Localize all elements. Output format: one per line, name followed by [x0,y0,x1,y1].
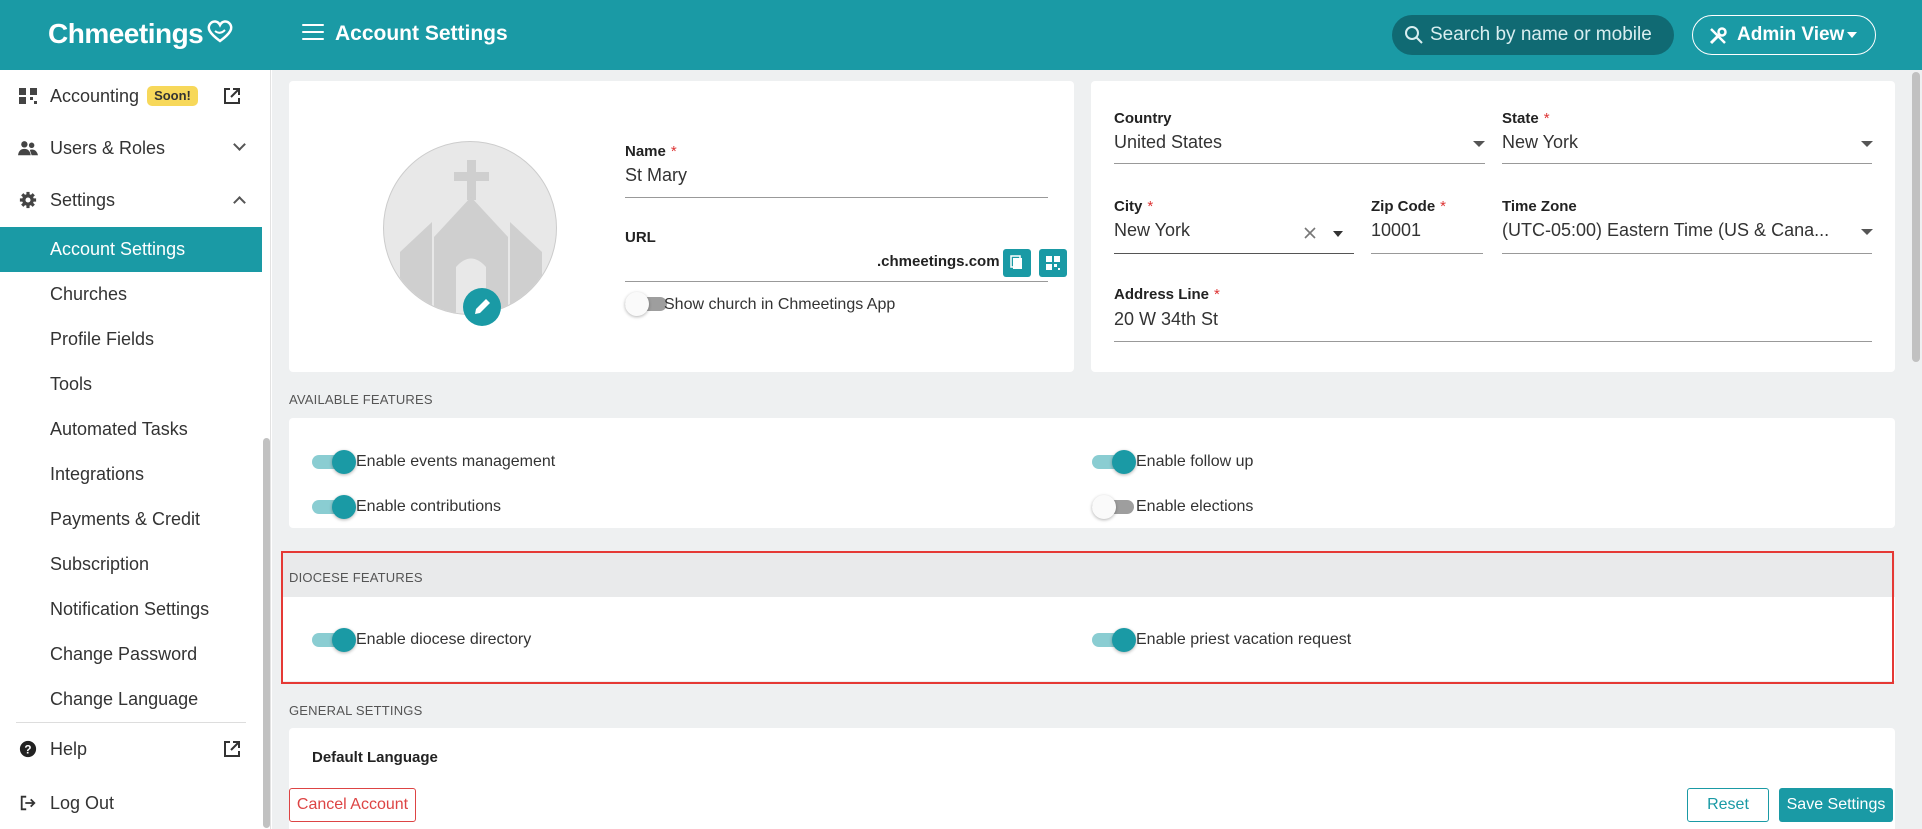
state-select[interactable]: New York [1502,132,1578,153]
country-select[interactable]: United States [1114,132,1222,153]
url-label: URL [625,229,656,246]
sidebar-item-accounting[interactable]: Accounting Soon! [0,74,262,118]
sidebar-item-notification-settings[interactable]: Notification Settings [0,587,262,632]
available-features-card: Enable events management Enable follow u… [289,418,1895,528]
sidebar-item-churches[interactable]: Churches [0,272,262,317]
timezone-select[interactable]: (UTC-05:00) Eastern Time (US & Cana... [1502,220,1829,241]
users-icon [18,141,38,156]
copy-url-button[interactable] [1003,249,1031,277]
main-scrollbar[interactable] [1912,72,1920,362]
state-label: State * [1502,110,1550,127]
cancel-account-button[interactable]: Cancel Account [289,788,416,822]
address-line-field[interactable]: 20 W 34th St [1114,309,1218,330]
sidebar-divider [16,722,246,723]
general-settings-title: GENERAL SETTINGS [289,703,423,718]
tools-icon [1709,27,1727,45]
sidebar-item-integrations[interactable]: Integrations [0,452,262,497]
chevron-down-icon [233,138,246,151]
top-bar: Chmeetings Account Settings Search by na… [0,0,1922,70]
qr-code-icon [1046,256,1060,270]
name-field[interactable]: St Mary [625,165,687,186]
main-content: Name * St Mary URL .chmeetings.com Show c… [272,70,1922,829]
chevron-down-icon [1861,141,1873,147]
sidebar-item-settings[interactable]: Settings [0,178,262,222]
qr-code-button[interactable] [1039,249,1067,277]
country-underline [1114,163,1485,164]
menu-toggle-icon[interactable] [302,24,324,42]
city-label: City * [1114,198,1154,215]
pencil-icon [475,299,490,314]
address-card: Country United States State * New York Ci… [1091,81,1895,372]
zip-label: Zip Code * [1371,198,1447,215]
sidebar-item-tools[interactable]: Tools [0,362,262,407]
search-icon [1405,26,1423,44]
elections-toggle[interactable] [1092,495,1134,519]
sidebar-item-change-password[interactable]: Change Password [0,632,262,677]
sidebar-item-subscription[interactable]: Subscription [0,542,262,587]
admin-view-dropdown[interactable]: Admin View [1692,15,1876,55]
chevron-down-icon [1333,231,1343,237]
app-logo[interactable]: Chmeetings [48,18,235,50]
logout-icon [20,795,36,811]
sidebar-item-change-language[interactable]: Change Language [0,677,262,722]
chevron-down-icon [1847,32,1857,38]
sidebar-item-profile-fields[interactable]: Profile Fields [0,317,262,362]
name-label: Name * [625,143,677,160]
follow-up-toggle[interactable] [1092,450,1136,474]
show-in-app-label: Show church in Chmeetings App [664,296,896,313]
external-link-icon [224,741,240,757]
events-management-label: Enable events management [356,453,556,470]
country-label: Country [1114,110,1172,127]
city-underline [1114,253,1354,254]
events-management-toggle[interactable] [312,450,356,474]
search-input[interactable]: Search by name or mobile [1392,15,1674,55]
zip-underline [1371,253,1483,254]
church-info-card: Name * St Mary URL .chmeetings.com Show c… [289,81,1074,372]
sidebar-scrollbar[interactable] [263,438,270,828]
chevron-down-icon [1473,141,1485,147]
sidebar: Accounting Soon! Users & Roles Settings A… [0,70,271,829]
sidebar-item-account-settings[interactable]: Account Settings [0,227,262,272]
address-line-underline [1114,341,1872,342]
soon-badge: Soon! [147,86,198,106]
chevron-down-icon [1861,229,1873,235]
contributions-toggle[interactable] [312,495,356,519]
sidebar-item-logout[interactable]: Log Out [0,781,262,825]
help-icon: ? [19,740,37,758]
page-title: Account Settings [335,22,508,45]
qr-grid-icon [19,88,37,104]
state-underline [1502,163,1872,164]
chevron-up-icon [233,196,246,209]
save-settings-button[interactable]: Save Settings [1779,788,1893,822]
sidebar-item-automated-tasks[interactable]: Automated Tasks [0,407,262,452]
gear-icon [19,191,37,209]
sidebar-item-payments-credit[interactable]: Payments & Credit [0,497,262,542]
url-suffix: .chmeetings.com [877,253,1000,270]
logo-heart-icon [207,20,233,43]
reset-button[interactable]: Reset [1687,788,1769,822]
elections-label: Enable elections [1136,498,1254,515]
timezone-label: Time Zone [1502,198,1577,215]
sidebar-item-users-roles[interactable]: Users & Roles [0,126,262,170]
default-language-label: Default Language [312,749,438,766]
general-settings-card: Default Language [289,728,1895,829]
clear-icon[interactable] [1304,227,1316,239]
copy-icon [1010,255,1022,269]
available-features-title: AVAILABLE FEATURES [289,392,433,407]
follow-up-label: Enable follow up [1136,453,1254,470]
diocese-features-highlight [281,551,1894,684]
show-in-app-toggle[interactable] [625,292,667,316]
timezone-underline [1502,253,1872,254]
edit-avatar-button[interactable] [463,288,501,326]
city-select[interactable]: New York [1114,220,1190,241]
address-line-label: Address Line * [1114,286,1220,303]
external-link-icon [224,88,240,104]
contributions-label: Enable contributions [356,498,501,515]
sidebar-item-help[interactable]: ? Help [0,727,262,771]
name-underline [625,197,1048,198]
zip-field[interactable]: 10001 [1371,220,1421,241]
url-underline [625,281,1048,282]
svg-text:?: ? [24,744,31,757]
